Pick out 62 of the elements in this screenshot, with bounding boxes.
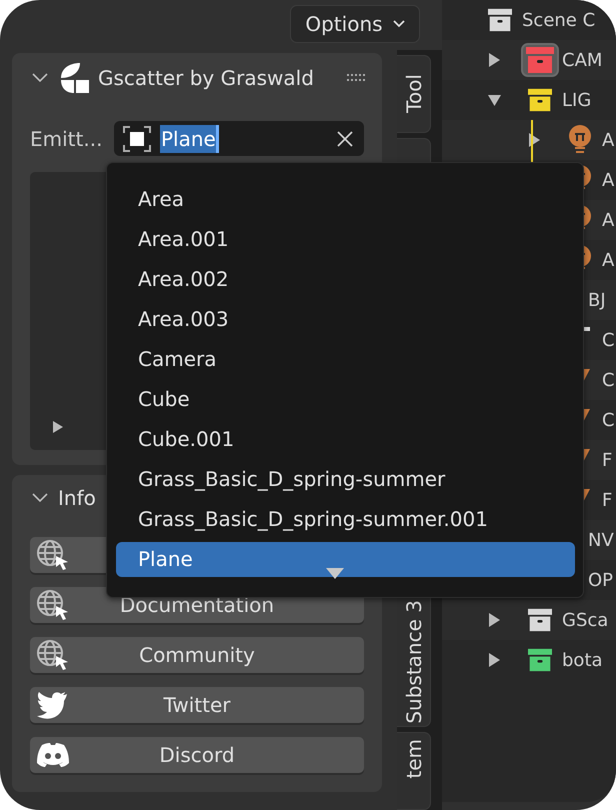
sidebar-tab[interactable]: tem [397,732,431,810]
close-icon[interactable] [336,130,354,148]
expand-icon[interactable] [488,613,501,627]
link-button[interactable]: Twitter [30,687,364,723]
collection-icon[interactable] [528,607,552,633]
emitter-field[interactable]: Plane [114,121,364,156]
chevron-down-icon[interactable] [30,492,50,504]
outliner-item[interactable]: LIG [562,90,592,110]
field-value: Plane [160,124,219,152]
menu-item[interactable]: Cube [116,382,575,416]
outliner-item[interactable]: A [602,250,614,270]
grip-icon[interactable] [347,73,367,83]
outliner-item[interactable]: F [602,450,612,470]
outliner-item[interactable]: OP [588,570,614,590]
outliner-item[interactable]: GSca [562,610,608,630]
menu-item[interactable]: Plane [116,542,575,576]
outliner-item[interactable]: A [602,170,614,190]
chevron-down-icon [392,20,405,28]
outliner-item[interactable]: bota [562,650,603,670]
field-label: Emitt... [30,126,104,150]
outliner-item[interactable]: NV [588,530,614,550]
menu-item[interactable]: Area [116,182,575,216]
outliner-item[interactable]: A [602,130,614,150]
collection-icon[interactable] [488,7,512,33]
outliner-item[interactable]: BJ [588,290,606,310]
outliner-item[interactable]: A [602,210,614,230]
scroll-down-icon[interactable] [326,568,344,579]
menu-item[interactable]: Camera [116,342,575,376]
menu-item[interactable]: Grass_Basic_D_spring-summer [116,462,575,496]
menu-item[interactable]: Area.001 [116,222,575,256]
options-dropdown[interactable]: Options [290,5,420,43]
globe-icon [36,589,70,621]
hierarchy-line [531,120,533,160]
link-button[interactable]: Discord [30,737,364,773]
outliner-item[interactable]: Scene C [522,10,596,30]
panel-title: Info [58,486,96,510]
logo-icon [60,62,90,94]
object-picker-icon[interactable] [122,124,152,152]
collection-icon[interactable] [528,647,552,673]
expand-icon[interactable] [488,53,501,67]
expand-icon[interactable] [53,421,63,433]
link-button[interactable]: Community [30,637,364,673]
menu-item[interactable]: Area.003 [116,302,575,336]
collapse-icon[interactable] [488,93,501,107]
outliner-item[interactable]: C [602,370,615,390]
bird-icon [36,691,68,719]
expand-icon[interactable] [528,133,541,147]
outliner-item[interactable]: CAM [562,50,602,70]
expand-icon[interactable] [488,653,501,667]
chevron-down-icon[interactable] [30,72,50,84]
outliner-item[interactable]: C [602,330,615,350]
light-bulb-icon[interactable] [568,125,592,155]
outliner-item[interactable]: F [602,490,612,510]
globe-icon [36,539,70,571]
game-controller-icon [36,742,70,768]
collection-icon[interactable] [528,87,552,113]
menu-item[interactable]: Area.002 [116,262,575,296]
panel-title: Gscatter by Graswald [98,66,314,90]
outliner-item[interactable]: C [602,410,615,430]
globe-icon [36,639,70,671]
menu-item[interactable]: Cube.001 [116,422,575,456]
sidebar-tab[interactable]: Tool [397,55,431,133]
